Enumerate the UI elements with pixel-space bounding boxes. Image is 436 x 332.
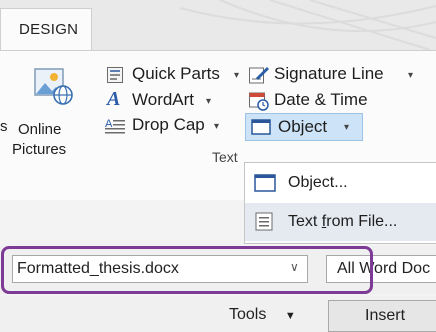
group-label-text: Text: [212, 149, 238, 165]
online-pictures-button[interactable]: Online Pictures: [12, 66, 86, 176]
text-file-icon: [255, 212, 273, 231]
file-name-highlight: [1, 246, 373, 294]
online-pictures-label-line2: Pictures: [12, 141, 67, 158]
signature-line-icon: [249, 67, 269, 84]
chevron-down-icon: ▾: [344, 122, 350, 133]
drop-cap-label: Drop Cap: [132, 115, 205, 134]
chevron-down-icon: ▼: [284, 310, 296, 322]
signature-line-label: Signature Line: [274, 64, 384, 83]
tools-dropdown[interactable]: Tools ▼: [229, 306, 296, 324]
object-label: Object: [278, 117, 328, 136]
online-pictures-label-line1: Online: [18, 121, 62, 138]
truncated-ribbon-label: s: [0, 118, 8, 135]
menu-item-object-label: Object...: [288, 174, 348, 191]
tools-label: Tools: [229, 306, 267, 323]
chevron-down-icon: ▾: [234, 70, 240, 81]
object-window-icon: [254, 174, 276, 192]
drop-cap-icon: A: [105, 118, 125, 134]
wordart-label: WordArt: [132, 90, 195, 109]
chevron-down-icon: ▾: [206, 96, 212, 107]
insert-button[interactable]: Insert: [328, 300, 436, 332]
object-window-icon: [251, 119, 271, 135]
chevron-down-icon: ▾: [408, 70, 414, 81]
quick-parts-label: Quick Parts: [132, 64, 220, 83]
date-time-label: Date & Time: [274, 90, 368, 109]
object-button[interactable]: Object ▾: [245, 113, 363, 141]
tab-design[interactable]: DESIGN: [0, 8, 92, 52]
ribbon-background-decoration: [180, 0, 436, 50]
online-pictures-icon: [34, 68, 73, 105]
quick-parts-icon: [107, 67, 123, 83]
menu-item-text-from-file[interactable]: Text from File...: [245, 203, 436, 241]
menu-item-text-from-file-label: Text from File...: [288, 213, 398, 230]
menu-item-object[interactable]: Object...: [245, 166, 436, 202]
calendar-clock-icon: [249, 92, 269, 111]
wordart-icon: A: [107, 88, 121, 110]
chevron-down-icon: ▾: [214, 121, 220, 132]
